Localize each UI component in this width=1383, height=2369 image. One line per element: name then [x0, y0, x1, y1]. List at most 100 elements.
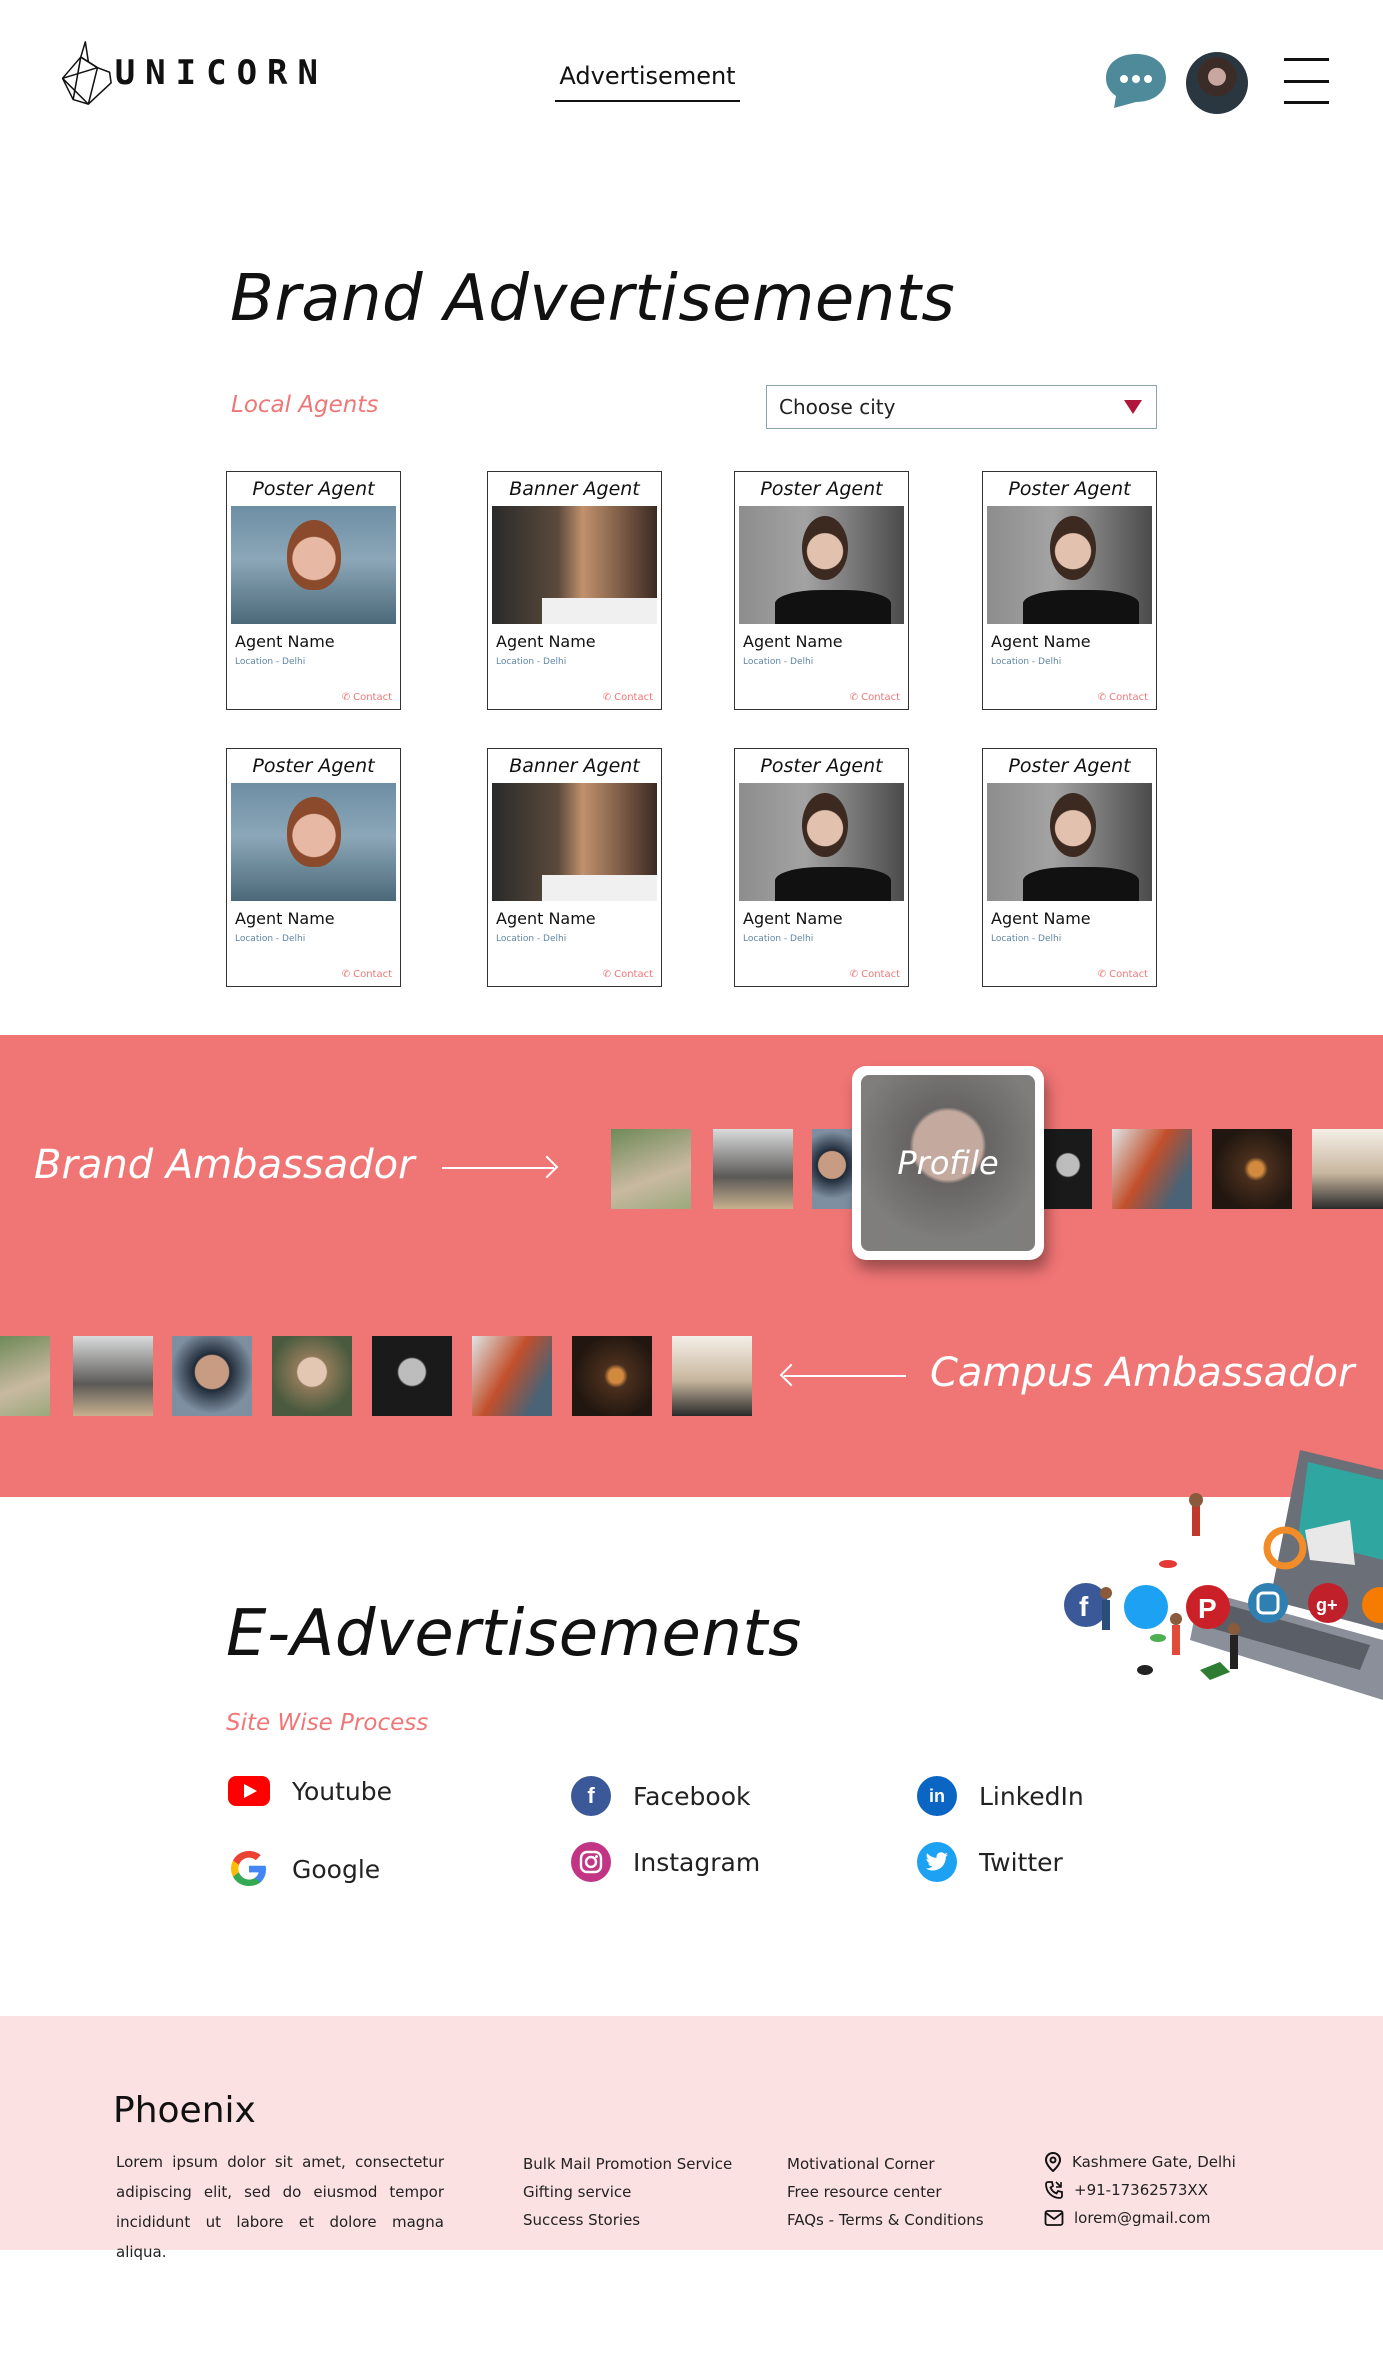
footer-link[interactable]: Success Stories: [523, 2206, 732, 2234]
platform-label: Facebook: [633, 1781, 751, 1811]
phone-icon: ✆: [849, 692, 859, 703]
footer-contact: Kashmere Gate, Delhi +91-17362573XX lore…: [1044, 2148, 1236, 2232]
platform-youtube[interactable]: Youtube: [228, 1776, 392, 1806]
agent-card[interactable]: Banner Agent Agent Name Location - Delhi…: [487, 471, 662, 710]
footer-link[interactable]: Bulk Mail Promotion Service: [523, 2150, 732, 2178]
agent-card-type: Poster Agent: [760, 755, 883, 777]
footer-address: Kashmere Gate, Delhi: [1044, 2148, 1236, 2176]
agent-photo: [987, 783, 1152, 901]
footer-link[interactable]: Free resource center: [787, 2178, 984, 2206]
hamburger-menu-button[interactable]: [1284, 58, 1329, 104]
footer-phone[interactable]: +91-17362573XX: [1044, 2176, 1236, 2204]
agent-card[interactable]: Poster Agent Agent Name Location - Delhi…: [982, 471, 1157, 710]
unicorn-logo-icon: [61, 41, 112, 105]
footer-links-col1: Bulk Mail Promotion Service Gifting serv…: [523, 2150, 732, 2234]
agent-photo: [739, 506, 904, 624]
campus-thumb[interactable]: [0, 1336, 50, 1416]
agent-card[interactable]: Poster Agent Agent Name Location - Delhi…: [734, 748, 909, 987]
contact-label: Contact: [861, 969, 900, 980]
agent-photo: [492, 506, 657, 624]
phone-icon: ✆: [341, 969, 351, 980]
e-ads-title: E-Advertisements: [226, 1597, 802, 1671]
platform-label: Google: [292, 1854, 381, 1884]
phone-icon: ✆: [849, 969, 859, 980]
platform-instagram[interactable]: Instagram: [571, 1842, 760, 1882]
footer-links-col2: Motivational Corner Free resource center…: [787, 2150, 984, 2234]
ambassador-thumb[interactable]: [1044, 1129, 1092, 1209]
campus-thumb[interactable]: [73, 1336, 153, 1416]
profile-card[interactable]: Profile: [852, 1066, 1044, 1260]
contact-button[interactable]: ✆ Contact: [850, 692, 900, 703]
brand-ads-title: Brand Advertisements: [230, 262, 956, 336]
platform-twitter[interactable]: Twitter: [917, 1842, 1063, 1882]
phone-text: +91-17362573XX: [1074, 2181, 1208, 2199]
dropdown-caret-icon: [1124, 400, 1142, 414]
contact-button[interactable]: ✆ Contact: [850, 969, 900, 980]
chat-button[interactable]: [1104, 52, 1168, 110]
agent-card[interactable]: Poster Agent Agent Name Location - Delhi…: [226, 471, 401, 710]
city-select[interactable]: Choose city: [766, 385, 1157, 429]
nav-advertisement[interactable]: Advertisement: [555, 62, 740, 102]
location-pin-icon: [1044, 2152, 1062, 2172]
local-agents-label: Local Agents: [231, 392, 379, 418]
logo-text: UNICORN: [114, 53, 328, 93]
instagram-icon: [571, 1842, 611, 1882]
profile-label: Profile: [897, 1144, 999, 1182]
platform-linkedin[interactable]: in LinkedIn: [917, 1776, 1084, 1816]
platform-google[interactable]: Google: [228, 1848, 380, 1890]
footer-link[interactable]: FAQs - Terms & Conditions: [787, 2206, 984, 2234]
ambassador-thumb[interactable]: [611, 1129, 691, 1209]
agent-card[interactable]: Banner Agent Agent Name Location - Delhi…: [487, 748, 662, 987]
footer-email[interactable]: lorem@gmail.com: [1044, 2204, 1236, 2232]
google-icon: [231, 1851, 266, 1886]
ambassador-thumb[interactable]: [1212, 1129, 1292, 1209]
campus-ambassador-label: Campus Ambassador: [930, 1350, 1355, 1396]
phone-icon: ✆: [602, 969, 612, 980]
campus-thumb[interactable]: [272, 1336, 352, 1416]
agent-photo: [739, 783, 904, 901]
phone-icon: ✆: [341, 692, 351, 703]
agent-location: Location - Delhi: [991, 657, 1062, 667]
footer-link[interactable]: Gifting service: [523, 2178, 732, 2206]
agent-location: Location - Delhi: [496, 934, 567, 944]
campus-thumb[interactable]: [372, 1336, 452, 1416]
agent-card[interactable]: Poster Agent Agent Name Location - Delhi…: [226, 748, 401, 987]
facebook-icon: f: [571, 1776, 611, 1816]
ambassador-thumb[interactable]: [713, 1129, 793, 1209]
ambassador-thumb[interactable]: [1312, 1129, 1383, 1209]
contact-button[interactable]: ✆ Contact: [342, 969, 392, 980]
agent-location: Location - Delhi: [991, 934, 1062, 944]
agent-card-type: Poster Agent: [1008, 755, 1131, 777]
svg-text:g+: g+: [1316, 1595, 1338, 1615]
footer-link[interactable]: Motivational Corner: [787, 2150, 984, 2178]
contact-button[interactable]: ✆ Contact: [603, 969, 653, 980]
campus-thumb[interactable]: [172, 1336, 252, 1416]
ambassador-thumb[interactable]: [812, 1129, 852, 1209]
contact-button[interactable]: ✆ Contact: [603, 692, 653, 703]
platform-label: Instagram: [633, 1847, 761, 1877]
agent-card[interactable]: Poster Agent Agent Name Location - Delhi…: [734, 471, 909, 710]
agent-name: Agent Name: [991, 909, 1091, 928]
platform-label: LinkedIn: [979, 1781, 1084, 1811]
platform-facebook[interactable]: f Facebook: [571, 1776, 750, 1816]
menu-line: [1284, 79, 1329, 83]
contact-button[interactable]: ✆ Contact: [342, 692, 392, 703]
contact-label: Contact: [353, 692, 392, 703]
contact-button[interactable]: ✆ Contact: [1098, 692, 1148, 703]
logo[interactable]: UNICORN: [58, 30, 328, 116]
brand-ambassador-label: Brand Ambassador: [34, 1142, 415, 1188]
agent-card-type: Banner Agent: [509, 478, 640, 500]
contact-label: Contact: [861, 692, 900, 703]
contact-label: Contact: [353, 969, 392, 980]
campus-thumb[interactable]: [672, 1336, 752, 1416]
agent-name: Agent Name: [743, 909, 843, 928]
agent-card[interactable]: Poster Agent Agent Name Location - Delhi…: [982, 748, 1157, 987]
user-avatar[interactable]: [1186, 52, 1248, 114]
agent-card-type: Poster Agent: [252, 755, 375, 777]
footer-description: Lorem ipsum dolor sit amet, consectetur …: [116, 2153, 444, 2261]
ambassador-thumb[interactable]: [1112, 1129, 1192, 1209]
menu-line: [1284, 101, 1329, 104]
contact-button[interactable]: ✆ Contact: [1098, 969, 1148, 980]
campus-thumb[interactable]: [472, 1336, 552, 1416]
campus-thumb[interactable]: [572, 1336, 652, 1416]
